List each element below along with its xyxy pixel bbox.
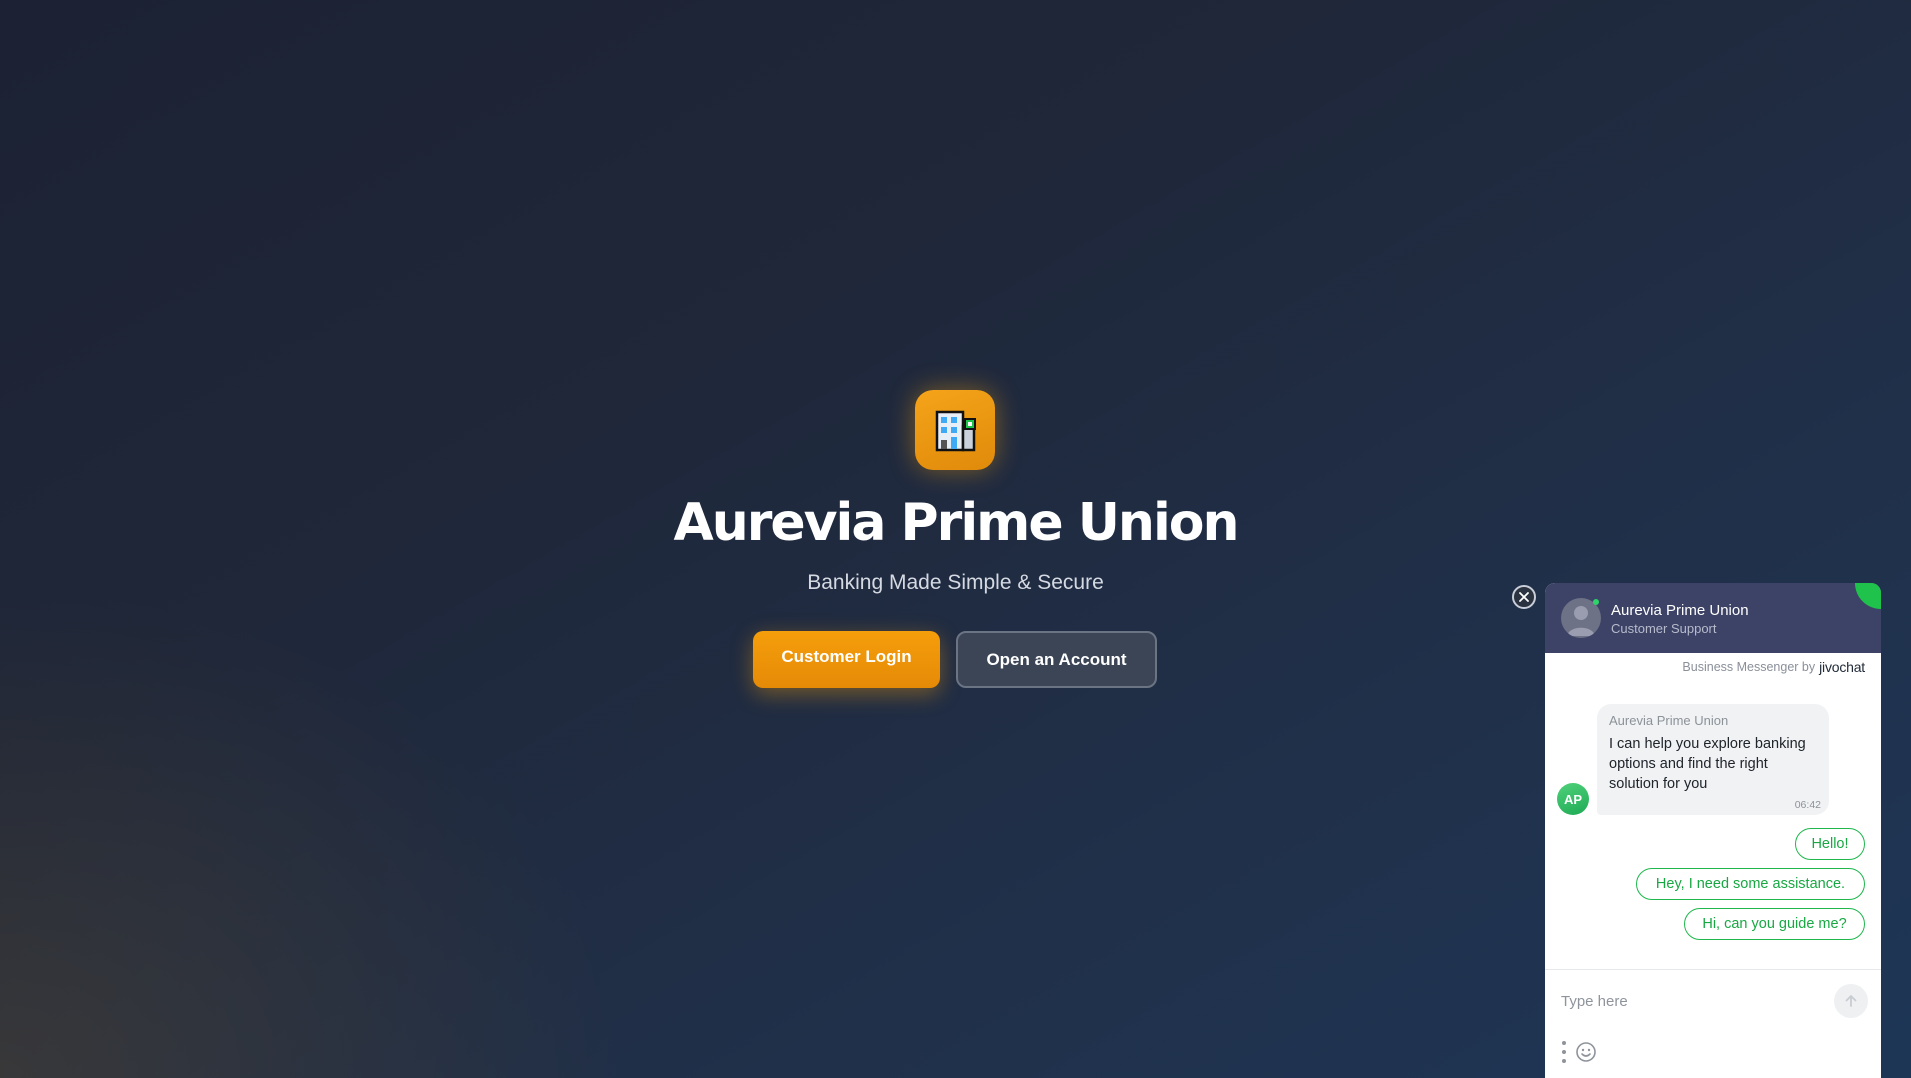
chat-corner-accent	[1855, 583, 1881, 609]
quick-reply-assistance[interactable]: Hey, I need some assistance.	[1636, 868, 1865, 900]
send-button[interactable]	[1834, 984, 1868, 1018]
more-options-button[interactable]	[1561, 1041, 1567, 1063]
emoji-button[interactable]	[1575, 1041, 1597, 1063]
arrow-up-icon	[1845, 995, 1857, 1007]
chat-header: Aurevia Prime Union Customer Support	[1545, 583, 1881, 653]
chat-message-input[interactable]	[1561, 984, 1821, 1018]
online-status-dot	[1593, 599, 1599, 605]
chat-close-button[interactable]	[1512, 585, 1536, 609]
chat-widget: Aurevia Prime Union Customer Support Bus…	[1545, 583, 1881, 1078]
chat-operator-name: Aurevia Prime Union	[1611, 602, 1749, 619]
more-dots-icon	[1562, 1041, 1566, 1045]
brand-logo	[915, 390, 995, 470]
powered-by-text: Business Messenger by	[1682, 660, 1816, 674]
office-building-icon	[935, 410, 976, 452]
message-sender: Aurevia Prime Union	[1609, 713, 1729, 728]
more-dots-icon	[1562, 1050, 1566, 1054]
chat-divider	[1545, 969, 1881, 970]
chat-operator-role: Customer Support	[1611, 621, 1717, 636]
message-text: I can help you explore banking options a…	[1609, 736, 1806, 792]
agent-message-bubble: Aurevia Prime Union I can help you explo…	[1597, 704, 1829, 815]
powered-by-line: Business Messenger by jivochat	[1682, 659, 1865, 675]
quick-reply-guide[interactable]: Hi, can you guide me?	[1684, 908, 1865, 940]
close-icon	[1519, 592, 1529, 602]
jivochat-logo[interactable]: jivochat	[1819, 659, 1865, 675]
customer-login-button[interactable]: Customer Login	[753, 631, 940, 688]
smiley-icon	[1576, 1042, 1596, 1062]
agent-avatar: AP	[1557, 783, 1589, 815]
quick-reply-hello[interactable]: Hello!	[1795, 828, 1865, 860]
brand-title: Aurevia Prime Union	[673, 493, 1239, 553]
more-dots-icon	[1562, 1059, 1566, 1063]
message-time: 06:42	[1794, 799, 1821, 811]
open-account-button[interactable]: Open an Account	[956, 631, 1157, 688]
